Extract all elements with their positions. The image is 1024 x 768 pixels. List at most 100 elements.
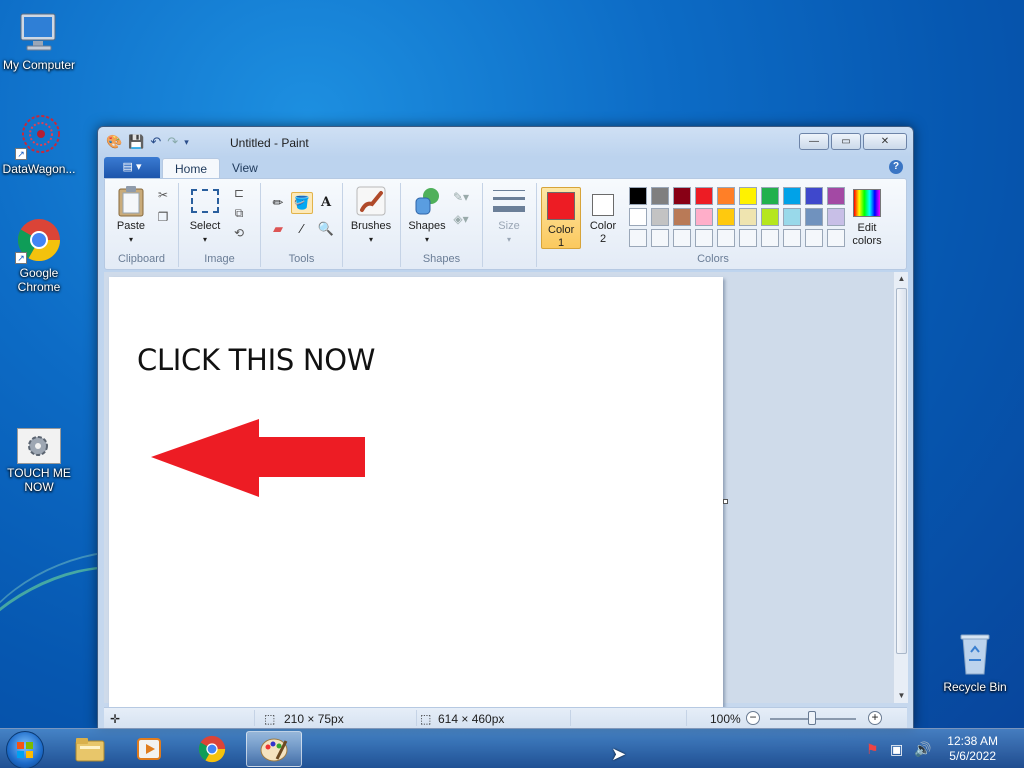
desktop-icon-datawagon[interactable]: ↗ DataWagon... — [0, 112, 78, 176]
desktop-icon-my-computer[interactable]: My Computer — [0, 8, 78, 72]
undo-icon[interactable]: ↶ — [150, 134, 161, 150]
desktop-icon-touch-me-now[interactable]: TOUCH ME NOW — [0, 428, 78, 494]
save-icon[interactable]: 💾 — [128, 134, 144, 150]
desktop-icon-recycle-bin[interactable]: Recycle Bin — [936, 630, 1014, 694]
tab-home[interactable]: Home — [162, 158, 221, 179]
edit-colors-button[interactable]: Edit colors — [847, 187, 887, 248]
palette-swatch[interactable] — [695, 187, 713, 205]
shapes-button[interactable]: Shapes ▾ — [405, 185, 449, 246]
help-button[interactable]: ? — [889, 160, 903, 174]
desktop-icon-google-chrome[interactable]: ↗ Google Chrome — [0, 216, 78, 294]
palette-swatch[interactable] — [651, 187, 669, 205]
magnifier-icon[interactable]: 🔍 — [315, 218, 337, 240]
zoom-in-button[interactable]: + — [868, 711, 882, 725]
palette-swatch[interactable] — [761, 187, 779, 205]
palette-swatch[interactable] — [629, 208, 647, 226]
clock-date: 5/6/2022 — [949, 749, 996, 763]
palette-swatch[interactable] — [761, 229, 779, 247]
cut-icon[interactable]: ✂ — [153, 185, 173, 205]
taskbar-media-player[interactable] — [122, 731, 178, 767]
divider — [686, 710, 687, 726]
eraser-icon[interactable]: ▰ — [267, 218, 289, 240]
volume-icon[interactable]: 🔊 — [914, 741, 931, 758]
color2-swatch — [592, 194, 614, 216]
scroll-up-icon[interactable]: ▲ — [894, 272, 909, 286]
palette-swatch[interactable] — [827, 208, 845, 226]
palette-swatch[interactable] — [739, 208, 757, 226]
palette-swatch[interactable] — [717, 187, 735, 205]
palette-swatch[interactable] — [695, 229, 713, 247]
text-tool-icon[interactable]: A — [315, 192, 337, 214]
clock[interactable]: 12:38 AM 5/6/2022 — [947, 734, 998, 764]
color-picker-icon[interactable]: ⁄ — [291, 218, 313, 240]
vertical-scrollbar[interactable]: ▲ ▼ — [893, 272, 908, 703]
resize-icon[interactable]: ⧉ — [229, 203, 249, 223]
taskbar-paint[interactable] — [246, 731, 302, 767]
palette-swatch[interactable] — [629, 187, 647, 205]
crop-icon[interactable]: ⊏ — [229, 183, 249, 203]
palette-swatch[interactable] — [717, 229, 735, 247]
palette-swatch[interactable] — [629, 229, 647, 247]
palette-swatch[interactable] — [805, 187, 823, 205]
title-bar[interactable]: 🎨 💾 ↶ ↷ ▾ Untitled - Paint — ▭ ✕ — [98, 127, 913, 157]
palette-swatch[interactable] — [651, 229, 669, 247]
palette-swatch[interactable] — [673, 208, 691, 226]
fill-icon[interactable]: 🪣 — [291, 192, 313, 214]
canvas-area: CLICK THIS NOW — [104, 272, 893, 708]
media-player-icon — [137, 738, 161, 760]
scroll-thumb[interactable] — [896, 288, 907, 654]
desktop-icon-label: DataWagon... — [2, 162, 76, 176]
customize-qat-icon[interactable]: ▾ — [184, 137, 189, 148]
redo-icon[interactable]: ↷ — [167, 134, 178, 150]
divider — [254, 710, 255, 726]
palette-swatch[interactable] — [717, 208, 735, 226]
palette-swatch[interactable] — [783, 229, 801, 247]
paint-app-icon[interactable]: 🎨 — [106, 134, 122, 150]
color2-button[interactable]: Color 2 — [583, 187, 623, 249]
window-title: Untitled - Paint — [230, 136, 309, 150]
computer-icon — [15, 8, 63, 56]
palette-swatch[interactable] — [783, 187, 801, 205]
copy-icon[interactable]: ❐ — [153, 207, 173, 227]
taskbar-chrome[interactable] — [184, 731, 240, 767]
palette-swatch[interactable] — [783, 208, 801, 226]
palette-swatch[interactable] — [805, 208, 823, 226]
close-button[interactable]: ✕ — [863, 133, 907, 150]
drawing-canvas[interactable]: CLICK THIS NOW — [109, 277, 723, 708]
minimize-button[interactable]: — — [799, 133, 829, 150]
taskbar-explorer[interactable] — [62, 731, 118, 767]
zoom-slider-thumb[interactable] — [808, 711, 816, 725]
palette-swatch[interactable] — [695, 208, 713, 226]
brushes-button[interactable]: Brushes ▾ — [349, 185, 393, 246]
palette-swatch[interactable] — [739, 229, 757, 247]
rotate-icon[interactable]: ⟲ — [229, 223, 249, 243]
tab-view[interactable]: View — [220, 158, 270, 179]
network-icon[interactable]: ▣ — [890, 741, 903, 758]
palette-swatch[interactable] — [761, 208, 779, 226]
palette-swatch[interactable] — [827, 229, 845, 247]
palette-swatch[interactable] — [739, 187, 757, 205]
color1-button[interactable]: Color 1 — [541, 187, 581, 249]
cursor-position-icon: ✛ — [110, 712, 121, 726]
image-size: 614 × 460px — [438, 712, 505, 726]
quick-access-toolbar: 🎨 💾 ↶ ↷ ▾ — [106, 134, 189, 150]
action-center-icon[interactable]: ⚑ — [866, 741, 879, 758]
select-button[interactable]: Select ▾ — [183, 185, 227, 246]
palette-swatch[interactable] — [805, 229, 823, 247]
zoom-out-button[interactable]: − — [746, 711, 760, 725]
folder-icon — [75, 738, 105, 762]
maximize-button[interactable]: ▭ — [831, 133, 861, 150]
palette-swatch[interactable] — [673, 229, 691, 247]
palette-swatch[interactable] — [651, 208, 669, 226]
paste-button[interactable]: Paste ▾ — [111, 185, 151, 246]
resize-handle[interactable] — [723, 499, 728, 504]
scroll-down-icon[interactable]: ▼ — [894, 689, 909, 703]
mouse-cursor-icon: ➤ — [611, 744, 627, 764]
divider — [570, 710, 571, 726]
pencil-icon[interactable]: ✏ — [267, 192, 289, 214]
paint-menu-button[interactable]: ▤ ▾ — [104, 157, 160, 178]
desktop-icon-label: Recycle Bin — [943, 680, 1007, 694]
palette-swatch[interactable] — [673, 187, 691, 205]
start-button[interactable] — [6, 731, 44, 768]
palette-swatch[interactable] — [827, 187, 845, 205]
